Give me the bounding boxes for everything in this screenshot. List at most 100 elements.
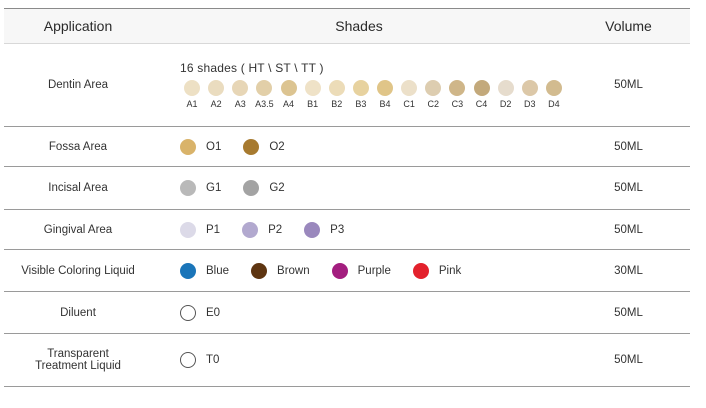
- dentin-shade-list: A1 A2 A3 A3.5 A4 B1 B2 B3 B4 C1 C2 C3 C4 D2 D3 D4: [180, 80, 566, 109]
- shades-cell: P1 P2 P3: [152, 209, 567, 250]
- shade-swatch: [304, 80, 321, 96]
- shade-label: G1: [206, 182, 222, 194]
- shade-swatch: [180, 180, 196, 196]
- shade-item: Brown: [251, 262, 310, 279]
- shade-swatch: [243, 138, 260, 155]
- shade-label: B3: [355, 99, 367, 109]
- table-row-coloring-liquid: Visible Coloring Liquid Blue Brown Purple P…: [4, 249, 690, 292]
- shade-label: Purple: [357, 264, 391, 277]
- shade-label: A2: [210, 99, 222, 109]
- shade-swatch: [180, 138, 196, 155]
- product-shade-table: Application Shades Volume Dentin Area 16…: [4, 8, 690, 387]
- shade-label: Blue: [206, 264, 230, 277]
- shades-cell: E0: [152, 291, 567, 334]
- application-cell: Incisal Area: [4, 166, 152, 210]
- shade-label: B4: [379, 99, 391, 109]
- shade-label: C1: [403, 99, 415, 109]
- application-cell: Visible Coloring Liquid: [4, 249, 152, 292]
- application-cell: Transparent Treatment Liquid: [4, 333, 152, 387]
- shade-swatch: [425, 80, 442, 96]
- shade-label: P3: [330, 223, 345, 236]
- shade-chip: B2: [325, 80, 349, 109]
- shade-swatch: [304, 221, 321, 238]
- shade-swatch: [545, 80, 562, 96]
- shade-chip: A2: [204, 80, 228, 109]
- shades-cell: T0: [152, 333, 567, 387]
- shade-chip: C1: [397, 80, 421, 109]
- column-header-volume: Volume: [567, 8, 690, 44]
- shade-label: P1: [206, 223, 221, 236]
- shade-swatch: [232, 80, 249, 96]
- shade-item: P3: [304, 221, 345, 238]
- shade-item: Purple: [331, 262, 391, 279]
- table-row-diluent: Diluent E0 50ML: [4, 291, 690, 334]
- shade-chip: A3: [228, 80, 252, 109]
- volume-cell: 50ML: [567, 291, 690, 334]
- shade-list: T0: [180, 352, 566, 368]
- shade-label: A1: [186, 99, 198, 109]
- volume-cell: 50ML: [567, 333, 690, 387]
- shade-label: D4: [548, 99, 560, 109]
- shade-label: D3: [524, 99, 536, 109]
- volume-cell: 50ML: [567, 209, 690, 250]
- table-row-gingival: Gingival Area P1 P2 P3 50ML: [4, 209, 690, 250]
- shade-label: C3: [451, 99, 464, 109]
- shade-list: P1 P2 P3: [180, 221, 566, 238]
- shade-swatch: [328, 80, 345, 96]
- shade-swatch: [331, 262, 348, 279]
- shade-label: Brown: [277, 264, 310, 277]
- shade-item: Blue: [180, 262, 230, 279]
- table-row-incisal: Incisal Area G1 G2 50ML: [4, 166, 690, 210]
- shade-swatch: [412, 262, 429, 279]
- volume-cell: 50ML: [567, 166, 690, 210]
- shade-swatch: [521, 80, 538, 96]
- shade-chip: D3: [518, 80, 542, 109]
- shade-item: P1: [180, 221, 221, 238]
- shade-item: O2: [243, 138, 285, 155]
- shade-label: Pink: [438, 264, 462, 277]
- shade-swatch: [449, 80, 466, 96]
- shade-label: O1: [206, 140, 222, 153]
- shade-swatch: [243, 180, 260, 196]
- column-header-shades: Shades: [152, 8, 567, 44]
- shade-label: T0: [206, 354, 220, 366]
- shade-item: O1: [180, 138, 222, 155]
- shade-label: E0: [206, 306, 221, 319]
- shade-list: E0: [180, 304, 566, 321]
- shade-list: G1 G2: [180, 180, 566, 196]
- shade-chip: B1: [301, 80, 325, 109]
- volume-cell: 30ML: [567, 249, 690, 292]
- table-row-fossa: Fossa Area O1 O2 50ML: [4, 126, 690, 167]
- shade-swatch: [473, 80, 490, 96]
- shade-swatch: [256, 80, 273, 96]
- shade-label: B1: [307, 99, 319, 109]
- shade-label: A4: [283, 99, 295, 109]
- volume-cell: 50ML: [567, 43, 690, 127]
- shade-label: G2: [269, 182, 285, 194]
- shade-swatch: [352, 80, 369, 96]
- shades-cell: O1 O2: [152, 126, 567, 167]
- table-row-dentin: Dentin Area 16 shades ( HT \ ST \ TT ) A…: [4, 43, 690, 127]
- shade-swatch: [377, 80, 394, 96]
- shade-chip: A1: [180, 80, 204, 109]
- shades-cell: Blue Brown Purple Pink: [152, 249, 567, 292]
- shade-chip: D2: [494, 80, 518, 109]
- shade-label: P2: [268, 223, 283, 236]
- shade-swatch: [184, 80, 201, 96]
- shade-swatch: [401, 80, 418, 96]
- shade-chip: A3.5: [252, 80, 276, 109]
- shade-chip: A4: [277, 80, 301, 109]
- table-row-treatment-liquid: Transparent Treatment Liquid T0 50ML: [4, 333, 690, 387]
- shade-chip: C3: [445, 80, 469, 109]
- shade-chip: C2: [421, 80, 445, 109]
- shade-label: A3.5: [255, 99, 274, 109]
- shade-swatch: [242, 221, 259, 238]
- shade-item: Pink: [412, 262, 462, 279]
- shades-cell: G1 G2: [152, 166, 567, 210]
- shade-chip: B4: [373, 80, 397, 109]
- application-line: Transparent: [47, 348, 109, 360]
- shade-label: O2: [269, 140, 285, 153]
- shades-intro: 16 shades ( HT \ ST \ TT ): [180, 61, 324, 75]
- shade-swatch: [180, 262, 196, 279]
- shade-swatch: [280, 80, 297, 96]
